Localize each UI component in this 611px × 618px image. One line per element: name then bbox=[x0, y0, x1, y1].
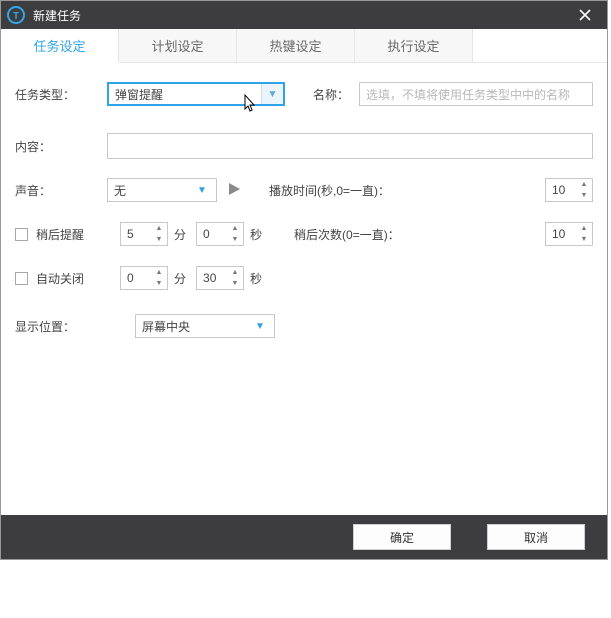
spin-up-icon[interactable]: ▲ bbox=[229, 223, 241, 234]
spin-down-icon[interactable]: ▼ bbox=[578, 234, 590, 245]
tab-hotkey-settings[interactable]: 热键设定 bbox=[237, 29, 355, 62]
ok-label: 确定 bbox=[390, 529, 414, 546]
form-body: 任务类型： 弹窗提醒 ▼ 名称： 选填，不填将使用任务类型中中的名称 内容： 声… bbox=[1, 63, 607, 515]
spin-up-icon[interactable]: ▲ bbox=[578, 179, 590, 190]
sound-value: 无 bbox=[114, 182, 126, 199]
chevron-down-icon: ▼ bbox=[194, 185, 210, 196]
play-button[interactable] bbox=[227, 182, 241, 199]
chevron-down-icon: ▼ bbox=[252, 321, 268, 332]
spin-down-icon[interactable]: ▼ bbox=[229, 234, 241, 245]
row-display-position: 显示位置： 屏幕中央 ▼ bbox=[15, 313, 593, 339]
later-remind-label: 稍后提醒 bbox=[36, 226, 108, 243]
later-count-spinner[interactable]: 10 ▲▼ bbox=[545, 222, 593, 246]
later-remind-min-value: 5 bbox=[127, 227, 134, 241]
display-pos-value: 屏幕中央 bbox=[142, 318, 190, 335]
row-later-remind: 稍后提醒 5 ▲▼ 分 0 ▲▼ 秒 稍后次数(0=一直)： 10 ▲▼ bbox=[15, 221, 593, 247]
later-count-label: 稍后次数(0=一直)： bbox=[294, 226, 400, 243]
task-type-value: 弹窗提醒 bbox=[115, 86, 163, 103]
task-type-dropdown[interactable]: 弹窗提醒 ▼ bbox=[107, 82, 285, 106]
tab-label: 执行设定 bbox=[387, 36, 439, 55]
tab-label: 任务设定 bbox=[33, 36, 85, 55]
tab-execute-settings[interactable]: 执行设定 bbox=[355, 29, 473, 62]
cancel-label: 取消 bbox=[524, 529, 548, 546]
auto-close-sec-value: 30 bbox=[203, 271, 216, 285]
spinner-buttons: ▲▼ bbox=[229, 267, 241, 289]
auto-close-sec-spinner[interactable]: 30 ▲▼ bbox=[196, 266, 244, 290]
later-remind-min-spinner[interactable]: 5 ▲▼ bbox=[120, 222, 168, 246]
svg-text:T: T bbox=[13, 11, 19, 22]
spinner-buttons: ▲▼ bbox=[229, 223, 241, 245]
content-label: 内容： bbox=[15, 138, 107, 155]
row-task-type: 任务类型： 弹窗提醒 ▼ 名称： 选填，不填将使用任务类型中中的名称 bbox=[15, 81, 593, 107]
name-input[interactable]: 选填，不填将使用任务类型中中的名称 bbox=[359, 82, 593, 106]
spinner-buttons: ▲▼ bbox=[153, 267, 165, 289]
auto-close-min-spinner[interactable]: 0 ▲▼ bbox=[120, 266, 168, 290]
spinner-buttons: ▲▼ bbox=[153, 223, 165, 245]
spinner-buttons: ▲▼ bbox=[578, 223, 590, 245]
name-placeholder: 选填，不填将使用任务类型中中的名称 bbox=[366, 86, 570, 103]
tab-schedule-settings[interactable]: 计划设定 bbox=[119, 29, 237, 62]
spin-down-icon[interactable]: ▼ bbox=[229, 278, 241, 289]
close-button[interactable] bbox=[567, 1, 603, 29]
window-title: 新建任务 bbox=[33, 7, 81, 24]
spinner-buttons: ▲▼ bbox=[578, 179, 590, 201]
dialog-footer: 确定 取消 bbox=[1, 515, 607, 559]
spin-down-icon[interactable]: ▼ bbox=[153, 278, 165, 289]
spin-up-icon[interactable]: ▲ bbox=[153, 267, 165, 278]
play-time-value: 10 bbox=[552, 183, 565, 197]
sound-label: 声音： bbox=[15, 182, 107, 199]
unit-sec: 秒 bbox=[250, 226, 262, 243]
unit-sec: 秒 bbox=[250, 270, 262, 287]
row-content: 内容： bbox=[15, 133, 593, 159]
later-count-value: 10 bbox=[552, 227, 565, 241]
tab-label: 热键设定 bbox=[269, 36, 321, 55]
later-remind-checkbox[interactable] bbox=[15, 228, 28, 241]
spin-down-icon[interactable]: ▼ bbox=[153, 234, 165, 245]
row-sound: 声音： 无 ▼ 播放时间(秒,0=一直)： 10 ▲▼ bbox=[15, 177, 593, 203]
unit-min: 分 bbox=[174, 226, 186, 243]
spin-up-icon[interactable]: ▲ bbox=[578, 223, 590, 234]
tab-bar: 任务设定 计划设定 热键设定 执行设定 bbox=[1, 29, 607, 63]
auto-close-checkbox[interactable] bbox=[15, 272, 28, 285]
spin-down-icon[interactable]: ▼ bbox=[578, 190, 590, 201]
later-remind-sec-spinner[interactable]: 0 ▲▼ bbox=[196, 222, 244, 246]
app-logo-icon: T bbox=[7, 6, 25, 24]
close-icon bbox=[579, 9, 591, 21]
auto-close-min-value: 0 bbox=[127, 271, 134, 285]
display-pos-label: 显示位置： bbox=[15, 318, 135, 335]
cancel-button[interactable]: 取消 bbox=[487, 524, 585, 550]
auto-close-label: 自动关闭 bbox=[36, 270, 108, 287]
play-time-label: 播放时间(秒,0=一直)： bbox=[269, 182, 390, 199]
row-auto-close: 自动关闭 0 ▲▼ 分 30 ▲▼ 秒 bbox=[15, 265, 593, 291]
spin-up-icon[interactable]: ▲ bbox=[229, 267, 241, 278]
name-label: 名称： bbox=[313, 86, 359, 103]
chevron-down-icon: ▼ bbox=[261, 84, 283, 104]
ok-button[interactable]: 确定 bbox=[353, 524, 451, 550]
content-input[interactable] bbox=[107, 133, 593, 159]
play-icon bbox=[227, 182, 241, 196]
spin-up-icon[interactable]: ▲ bbox=[153, 223, 165, 234]
dialog-window: T 新建任务 任务设定 计划设定 热键设定 执行设定 任务类型： 弹窗提醒 ▼ … bbox=[0, 0, 608, 560]
task-type-label: 任务类型： bbox=[15, 86, 107, 103]
tab-task-settings[interactable]: 任务设定 bbox=[1, 29, 119, 63]
tab-label: 计划设定 bbox=[151, 36, 203, 55]
titlebar: T 新建任务 bbox=[1, 1, 607, 29]
unit-min: 分 bbox=[174, 270, 186, 287]
sound-dropdown[interactable]: 无 ▼ bbox=[107, 178, 217, 202]
later-remind-sec-value: 0 bbox=[203, 227, 210, 241]
play-time-spinner[interactable]: 10 ▲▼ bbox=[545, 178, 593, 202]
display-pos-dropdown[interactable]: 屏幕中央 ▼ bbox=[135, 314, 275, 338]
